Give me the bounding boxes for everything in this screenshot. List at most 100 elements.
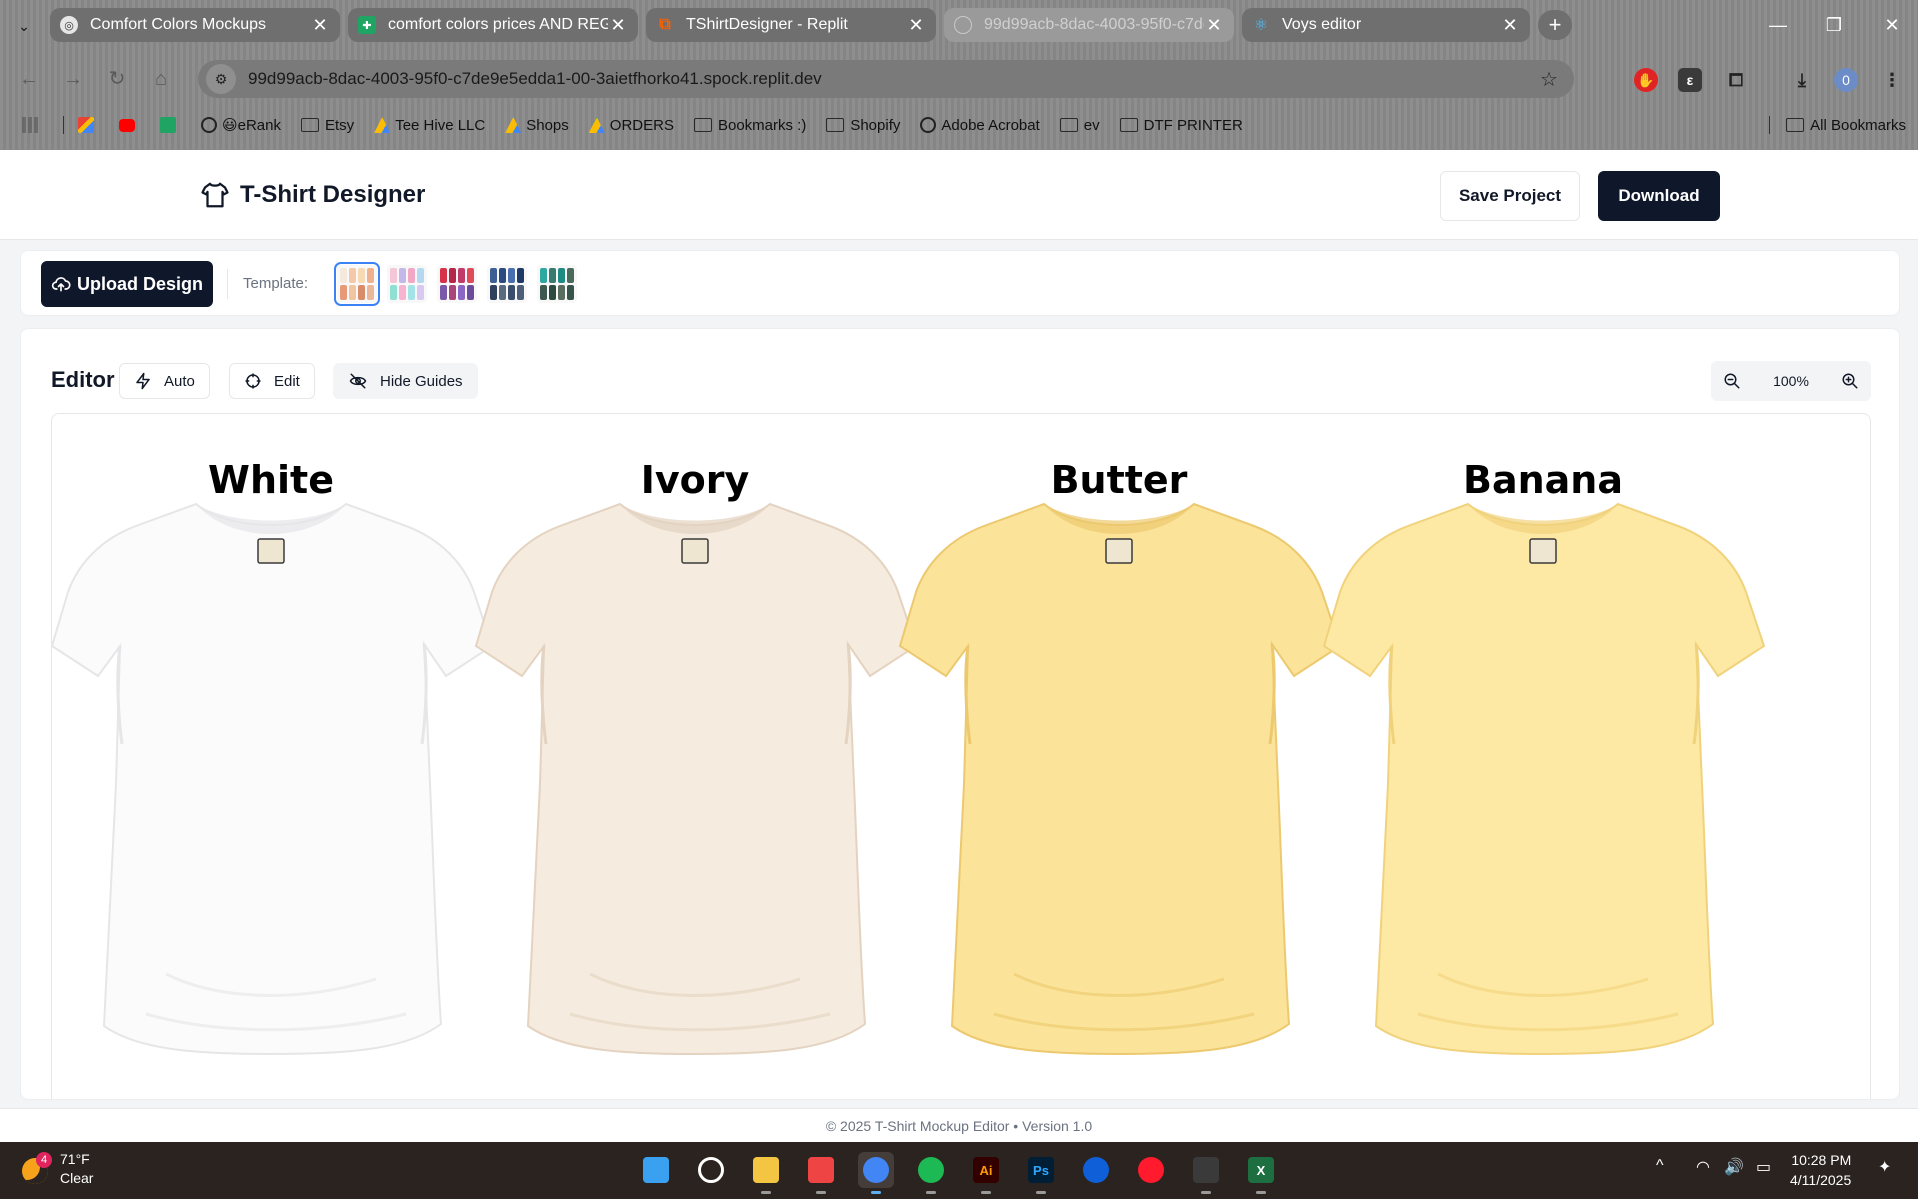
shirt-color-label: Butter [1050, 458, 1188, 502]
reload-icon[interactable]: ↻ [104, 66, 130, 92]
zoom-in-icon[interactable] [1841, 372, 1859, 390]
bookmark-ev[interactable]: ev [1059, 117, 1100, 134]
show-hidden-icons[interactable]: ^ [1656, 1157, 1664, 1175]
battery-icon[interactable]: ▭ [1756, 1157, 1771, 1177]
close-tab-icon[interactable]: ✕ [608, 15, 628, 36]
mockup-canvas[interactable]: White Ivory Butter Banana [51, 413, 1871, 1099]
app-glyph [698, 1157, 724, 1183]
url-text[interactable]: 99d99acb-8dac-4003-95f0-c7de9e5edda1-00-… [248, 69, 1534, 89]
bookmark-tee-hive[interactable]: Tee Hive LLC [374, 117, 485, 134]
drive-icon [505, 117, 522, 133]
bookmark-erank[interactable]: 😃eRank [201, 116, 281, 134]
tab-search-icon[interactable]: ⌄ [12, 14, 36, 38]
notifications-icon[interactable]: ✦ [1878, 1157, 1891, 1177]
adblock-extension-icon[interactable]: ✋ [1634, 68, 1658, 92]
save-project-button[interactable]: Save Project [1440, 171, 1580, 221]
shirt-color-label: Ivory [640, 458, 750, 502]
extensions-puzzle-icon[interactable]: ⧠ [1724, 68, 1748, 92]
teamviewer-icon[interactable] [1078, 1152, 1114, 1188]
erank-extension-icon[interactable]: ε [1678, 68, 1702, 92]
terminal-icon[interactable] [1188, 1152, 1224, 1194]
illustrator-icon[interactable]: Ai [968, 1152, 1004, 1194]
restore-icon[interactable]: ❐ [1814, 10, 1854, 40]
search-icon[interactable] [693, 1152, 729, 1188]
close-tab-icon[interactable]: ✕ [1500, 15, 1520, 36]
thumbnail-swatch [467, 268, 474, 283]
thumbnail-swatch [517, 268, 524, 283]
thumbnail-swatch [567, 268, 574, 283]
new-tab-button[interactable]: + [1538, 10, 1572, 40]
downloads-icon[interactable]: ⤓ [1790, 68, 1814, 92]
tab-comfort-colors-mockups[interactable]: ◎ Comfort Colors Mockups ✕ [50, 8, 340, 42]
tab-replit-dev-preview[interactable]: 99d99acb-8dac-4003-95f0-c7de9e5edda1 ✕ [944, 8, 1234, 42]
bookmark-star-icon[interactable]: ☆ [1534, 67, 1564, 92]
hide-guides-button[interactable]: Hide Guides [333, 363, 478, 399]
forward-icon[interactable]: → [60, 66, 86, 92]
bookmark-gmail[interactable] [78, 117, 99, 133]
bookmark-apps[interactable] [22, 117, 43, 133]
auto-button[interactable]: Auto [119, 363, 210, 399]
running-indicator [1201, 1191, 1211, 1194]
browser-menu-icon[interactable]: ⋮ [1880, 68, 1904, 92]
all-bookmarks[interactable]: All Bookmarks [1769, 110, 1906, 140]
close-tab-icon[interactable]: ✕ [1204, 15, 1224, 36]
thumbnail-swatch [390, 268, 397, 283]
bookmark-sheets[interactable] [160, 117, 181, 133]
template-thumbnail[interactable] [487, 265, 527, 303]
bookmark-bookmarks[interactable]: Bookmarks :) [693, 117, 806, 134]
download-button[interactable]: Download [1598, 171, 1720, 221]
bookmark-dtf-printer[interactable]: DTF PRINTER [1119, 117, 1243, 134]
volume-icon[interactable]: 🔊 [1724, 1157, 1744, 1177]
chrome-icon[interactable] [858, 1152, 894, 1194]
thumbnail-swatch [440, 285, 447, 300]
bookmark-shopify[interactable]: Shopify [826, 117, 900, 134]
close-tab-icon[interactable]: ✕ [906, 15, 926, 36]
template-thumbnail[interactable] [387, 265, 427, 303]
replit-icon: ⧉ [659, 16, 671, 33]
opera-icon[interactable] [1133, 1152, 1169, 1188]
spotify-icon[interactable] [913, 1152, 949, 1194]
home-icon[interactable]: ⌂ [148, 66, 174, 92]
wifi-icon[interactable]: ◠ [1696, 1157, 1710, 1177]
tab-tshirtdesigner-replit[interactable]: ⧉ TShirtDesigner - Replit ✕ [646, 8, 936, 42]
upload-design-button[interactable]: Upload Design [41, 261, 213, 307]
zoom-out-icon[interactable] [1723, 372, 1741, 390]
tab-voys-editor[interactable]: ⚛ Voys editor ✕ [1242, 8, 1530, 42]
thumbnail-swatch [540, 268, 547, 283]
bookmark-etsy[interactable]: Etsy [301, 117, 354, 134]
photoshop-icon[interactable]: Ps [1023, 1152, 1059, 1194]
shirt-mockup: White [52, 414, 496, 1099]
tab-comfort-colors-prices[interactable]: ✚ comfort colors prices AND REG ✕ [348, 8, 638, 42]
upload-toolbar: Upload Design Template: [20, 250, 1900, 316]
bookmark-orders[interactable]: ORDERS [588, 117, 674, 134]
bookmark-shops[interactable]: Shops [505, 117, 569, 134]
address-bar[interactable]: ⚙ 99d99acb-8dac-4003-95f0-c7de9e5edda1-0… [198, 60, 1574, 98]
bookmark-youtube[interactable] [119, 118, 140, 132]
auto-label: Auto [164, 372, 195, 390]
thumbnail-swatch [499, 285, 506, 300]
tab-strip: ⌄ ◎ Comfort Colors Mockups ✕ ✚ comfort c… [0, 0, 1918, 50]
browser-chrome: ⌄ ◎ Comfort Colors Mockups ✕ ✚ comfort c… [0, 0, 1918, 150]
excel-icon[interactable]: X [1243, 1152, 1279, 1194]
profile-avatar[interactable]: 0 [1834, 68, 1858, 92]
windows-start-icon[interactable] [638, 1152, 674, 1188]
site-info-icon[interactable]: ⚙ [206, 64, 236, 94]
shirt-body [1322, 502, 1766, 1056]
bookmark-adobe-acrobat[interactable]: Adobe Acrobat [920, 117, 1040, 134]
template-thumbnail[interactable] [334, 262, 380, 306]
template-thumbnail[interactable] [537, 265, 577, 303]
close-tab-icon[interactable]: ✕ [310, 15, 330, 36]
weather-widget[interactable]: 4 71°F Clear [22, 1150, 93, 1188]
minimize-icon[interactable]: — [1758, 10, 1798, 40]
tab-title: Comfort Colors Mockups [90, 16, 267, 33]
back-icon[interactable]: ← [16, 66, 42, 92]
edit-button[interactable]: Edit [229, 363, 315, 399]
system-clock[interactable]: 10:28 PM 4/11/2025 [1790, 1150, 1851, 1190]
template-thumbnail[interactable] [437, 265, 477, 303]
file-explorer-icon[interactable] [748, 1152, 784, 1194]
running-indicator [871, 1191, 881, 1194]
anydesk-icon[interactable] [803, 1152, 839, 1194]
clock-date: 4/11/2025 [1790, 1172, 1852, 1188]
bookmark-label: Shopify [850, 116, 901, 134]
close-window-icon[interactable]: ✕ [1872, 10, 1912, 40]
